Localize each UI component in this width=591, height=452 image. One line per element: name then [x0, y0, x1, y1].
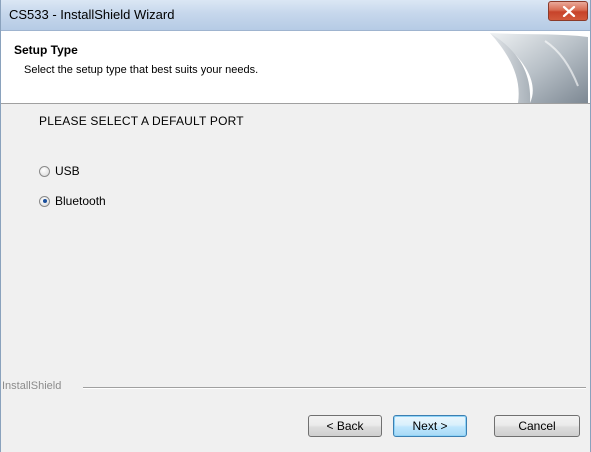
wizard-header: Setup Type Select the setup type that be…: [1, 31, 590, 104]
installer-window: CS533 - InstallShield Wizard Setup Type …: [0, 0, 591, 452]
title-bar[interactable]: CS533 - InstallShield Wizard: [1, 0, 590, 31]
port-prompt: PLEASE SELECT A DEFAULT PORT: [39, 114, 244, 128]
radio-label-usb[interactable]: USB: [55, 164, 80, 178]
window-title: CS533 - InstallShield Wizard: [9, 7, 175, 22]
radio-usb[interactable]: [39, 165, 50, 177]
installshield-page-curl-graphic: [490, 33, 588, 103]
close-button[interactable]: [548, 1, 588, 21]
page-subtitle: Select the setup type that best suits yo…: [24, 64, 259, 76]
cancel-button[interactable]: Cancel: [494, 415, 580, 437]
main-content: PLEASE SELECT A DEFAULT PORT USB Bluetoo…: [1, 104, 590, 374]
installshield-branding: InstallShield: [1, 380, 590, 394]
next-button[interactable]: Next >: [393, 415, 467, 437]
back-button[interactable]: < Back: [308, 415, 382, 437]
radio-option-usb[interactable]: USB: [39, 164, 80, 178]
radio-option-bluetooth[interactable]: Bluetooth: [39, 194, 106, 208]
page-title: Setup Type: [14, 43, 78, 57]
brand-label: InstallShield: [2, 380, 66, 392]
radio-bluetooth[interactable]: [39, 195, 50, 207]
close-icon: [562, 6, 576, 17]
separator-line: [83, 387, 586, 389]
radio-label-bluetooth[interactable]: Bluetooth: [55, 194, 106, 208]
